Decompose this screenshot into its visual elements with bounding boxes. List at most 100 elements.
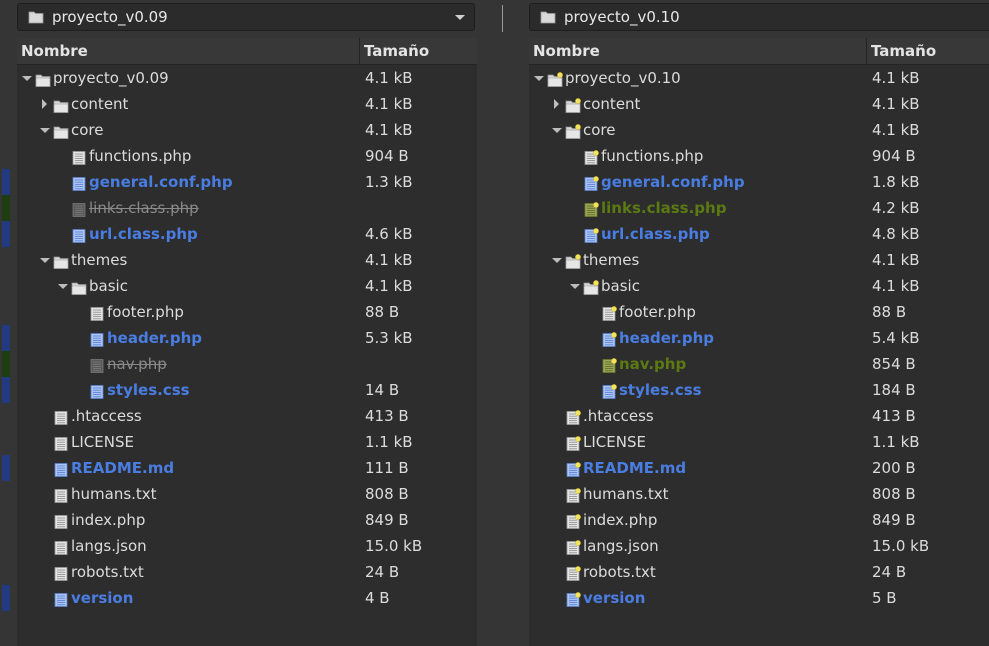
row-name: url.class.php <box>601 225 710 243</box>
tree-row[interactable]: footer.php 88 B <box>17 299 477 325</box>
text-file-icon <box>89 330 105 347</box>
row-name: robots.txt <box>71 563 144 581</box>
expander-open-icon[interactable] <box>57 273 69 299</box>
tree-row[interactable]: content 4.1 kB <box>529 91 989 117</box>
tree-row[interactable]: langs.json 15.0 kB <box>17 533 477 559</box>
tree-row[interactable]: basic 4.1 kB <box>529 273 989 299</box>
expander-open-icon[interactable] <box>533 65 545 91</box>
tree-row[interactable]: themes 4.1 kB <box>529 247 989 273</box>
expander-closed-icon[interactable] <box>39 91 51 117</box>
tree-row[interactable]: nav.php <box>17 351 477 377</box>
expander-open-icon[interactable] <box>551 247 563 273</box>
tree-row[interactable]: functions.php 904 B <box>17 143 477 169</box>
row-size: 4.1 kB <box>872 251 920 269</box>
tree-row[interactable]: proyecto_v0.10 4.1 kB <box>529 65 989 91</box>
expander-closed-icon[interactable] <box>551 91 563 117</box>
tree-row[interactable]: LICENSE 1.1 kB <box>529 429 989 455</box>
row-name: url.class.php <box>89 225 198 243</box>
row-name: themes <box>71 251 128 269</box>
tree-row[interactable]: footer.php 88 B <box>529 299 989 325</box>
left-size-column-header[interactable]: Tamaño <box>359 38 477 64</box>
row-size: 5 B <box>872 589 897 607</box>
row-name: general.conf.php <box>89 173 233 191</box>
tree-row[interactable]: styles.css 14 B <box>17 377 477 403</box>
left-path-label: proyecto_v0.09 <box>52 8 168 26</box>
tree-row[interactable]: version 5 B <box>529 585 989 611</box>
left-path-combo[interactable]: proyecto_v0.09 <box>17 3 475 31</box>
folder-icon <box>28 11 44 24</box>
tree-row[interactable]: header.php 5.4 kB <box>529 325 989 351</box>
tree-row[interactable]: themes 4.1 kB <box>17 247 477 273</box>
gutter-marker <box>2 351 10 377</box>
text-file-icon <box>71 226 87 243</box>
expander-open-icon[interactable] <box>551 117 563 143</box>
tree-row[interactable]: core 4.1 kB <box>529 117 989 143</box>
tree-row[interactable]: README.md 200 B <box>529 455 989 481</box>
row-size: 4.1 kB <box>872 121 920 139</box>
row-name: footer.php <box>619 303 696 321</box>
expander-open-icon[interactable] <box>21 65 33 91</box>
tree-row[interactable]: index.php 849 B <box>17 507 477 533</box>
right-tree-rows: proyecto_v0.10 4.1 kB content 4.1 kB core 4.1… <box>529 65 989 611</box>
tree-row[interactable]: robots.txt 24 B <box>17 559 477 585</box>
row-size: 5.3 kB <box>365 329 413 347</box>
row-name: header.php <box>107 329 202 347</box>
right-size-column-header[interactable]: Tamaño <box>866 38 989 64</box>
text-file-icon <box>565 408 581 425</box>
row-name: index.php <box>71 511 146 529</box>
right-path-field[interactable]: proyecto_v0.10 <box>529 3 989 31</box>
tree-row[interactable]: index.php 849 B <box>529 507 989 533</box>
row-size: 4.1 kB <box>872 277 920 295</box>
tree-row[interactable]: links.class.php 4.2 kB <box>529 195 989 221</box>
tree-row[interactable]: version 4 B <box>17 585 477 611</box>
row-name: proyecto_v0.10 <box>565 69 681 87</box>
tree-row[interactable]: robots.txt 24 B <box>529 559 989 585</box>
tree-row[interactable]: content 4.1 kB <box>17 91 477 117</box>
row-name: index.php <box>583 511 658 529</box>
text-file-icon <box>89 356 105 373</box>
row-name: version <box>583 589 646 607</box>
expander-open-icon[interactable] <box>39 247 51 273</box>
tree-row[interactable]: functions.php 904 B <box>529 143 989 169</box>
text-file-icon <box>71 148 87 165</box>
tree-row[interactable]: LICENSE 1.1 kB <box>17 429 477 455</box>
text-file-icon <box>583 200 599 217</box>
tree-row[interactable]: humans.txt 808 B <box>529 481 989 507</box>
text-file-icon <box>53 460 69 477</box>
row-name: styles.css <box>619 381 702 399</box>
tree-row[interactable]: basic 4.1 kB <box>17 273 477 299</box>
text-file-icon <box>53 590 69 607</box>
left-tree-pane[interactable]: Nombre Tamaño proyecto_v0.09 4.1 kB conten… <box>17 38 477 646</box>
tree-row[interactable]: core 4.1 kB <box>17 117 477 143</box>
tree-row[interactable]: links.class.php <box>17 195 477 221</box>
tree-row[interactable]: proyecto_v0.09 4.1 kB <box>17 65 477 91</box>
tree-row[interactable]: url.class.php 4.8 kB <box>529 221 989 247</box>
tree-row[interactable]: header.php 5.3 kB <box>17 325 477 351</box>
row-size: 854 B <box>872 355 916 373</box>
chevron-down-icon[interactable] <box>455 15 465 20</box>
row-name: links.class.php <box>601 199 727 217</box>
tree-row[interactable]: README.md 111 B <box>17 455 477 481</box>
right-name-column-header[interactable]: Nombre <box>529 38 866 64</box>
tree-row[interactable]: humans.txt 808 B <box>17 481 477 507</box>
gutter-marker <box>2 325 10 351</box>
left-name-column-header[interactable]: Nombre <box>17 38 359 64</box>
right-tree-pane[interactable]: Nombre Tamaño proyecto_v0.10 4.1 kB conten… <box>529 38 989 646</box>
tree-row[interactable]: general.conf.php 1.3 kB <box>17 169 477 195</box>
tree-row[interactable]: general.conf.php 1.8 kB <box>529 169 989 195</box>
row-size: 904 B <box>365 147 409 165</box>
row-name: nav.php <box>107 355 167 373</box>
tree-row[interactable]: url.class.php 4.6 kB <box>17 221 477 247</box>
tree-row[interactable]: styles.css 184 B <box>529 377 989 403</box>
tree-row[interactable]: .htaccess 413 B <box>529 403 989 429</box>
expander-open-icon[interactable] <box>39 117 51 143</box>
folder-icon <box>547 70 563 87</box>
row-size: 849 B <box>365 511 409 529</box>
tree-row[interactable]: nav.php 854 B <box>529 351 989 377</box>
row-size: 4.1 kB <box>365 121 413 139</box>
tree-row[interactable]: langs.json 15.0 kB <box>529 533 989 559</box>
row-size: 4 B <box>365 589 390 607</box>
expander-open-icon[interactable] <box>569 273 581 299</box>
row-name: humans.txt <box>583 485 669 503</box>
tree-row[interactable]: .htaccess 413 B <box>17 403 477 429</box>
